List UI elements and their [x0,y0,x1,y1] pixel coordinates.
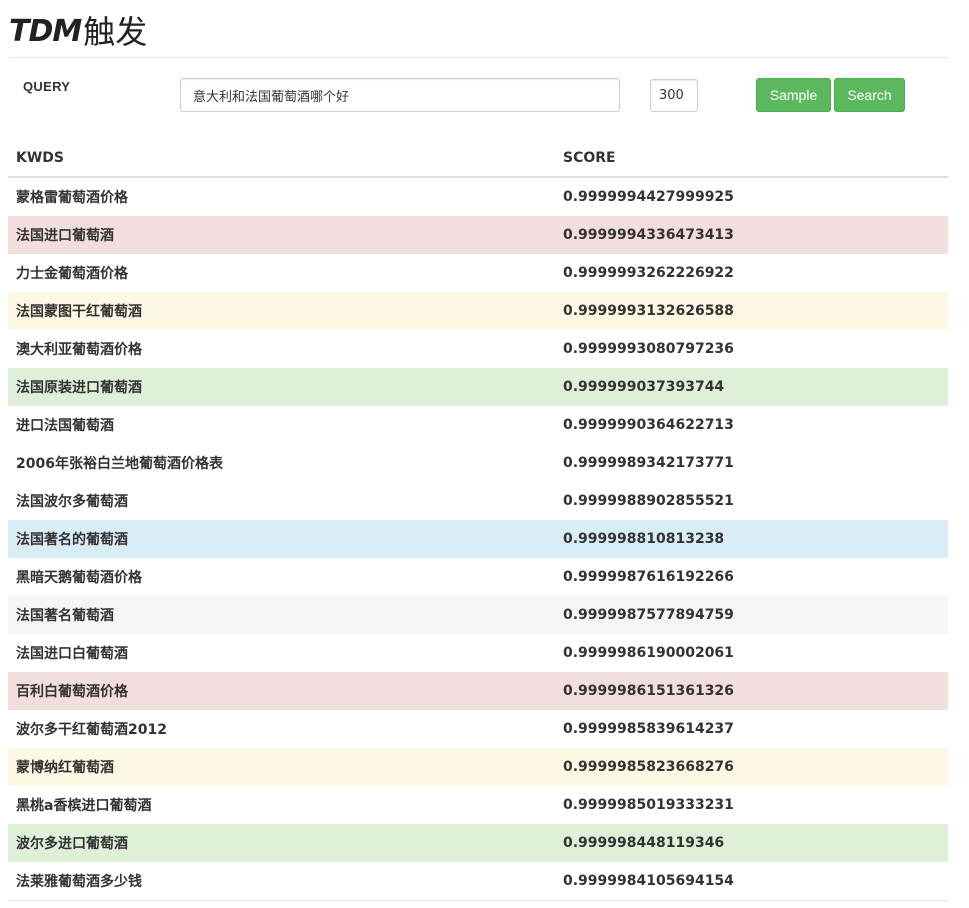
cell-keyword: 进口法国葡萄酒 [16,418,114,434]
header-divider [9,57,948,58]
table-row: 法国著名葡萄酒 0.9999987577894759 [8,596,948,634]
cell-score: 0.9999986151361326 [555,672,948,710]
cell-score: 0.999999037393744 [555,368,948,406]
cell-keyword: 法国波尔多葡萄酒 [16,494,128,510]
app-logo: TDM 触发 [9,8,147,50]
table-row: 2006年张裕白兰地葡萄酒价格表 0.9999989342173771 [8,444,948,482]
cell-score: 0.999998810813238 [555,520,948,558]
cell-score: 0.9999994427999925 [563,189,734,205]
table-row: 蒙博纳红葡萄酒 0.9999985823668276 [8,748,948,786]
cell-score: 0.999998448119346 [555,824,948,862]
cell-keyword: 法国原装进口葡萄酒 [8,368,555,406]
table-row: 法国原装进口葡萄酒 0.999999037393744 [8,368,948,406]
cell-keyword: 波尔多干红葡萄酒2012 [16,722,167,738]
cell-score: 0.9999985019333231 [563,797,734,813]
cell-keyword: 澳大利亚葡萄酒价格 [16,342,142,358]
column-header-kwds: KWDS [8,140,555,178]
query-label: QUERY [23,79,71,94]
table-row: 黑桃a香槟进口葡萄酒 0.9999985019333231 [8,786,948,824]
cell-keyword: 蒙博纳红葡萄酒 [8,748,555,786]
table-header-row: KWDS SCORE [8,140,948,178]
cell-score: 0.9999993262226922 [563,265,734,281]
cell-keyword: 法国著名的葡萄酒 [8,520,555,558]
cell-keyword: 百利白葡萄酒价格 [8,672,555,710]
sample-button[interactable]: Sample [756,78,831,112]
cell-keyword: 2006年张裕白兰地葡萄酒价格表 [16,456,223,472]
cell-keyword: 波尔多进口葡萄酒 [8,824,555,862]
column-header-score: SCORE [555,140,948,178]
cell-score: 0.9999993132626588 [555,292,948,330]
table-row: 力士金葡萄酒价格 0.9999993262226922 [8,254,948,292]
cell-score: 0.9999985823668276 [555,748,948,786]
cell-score: 0.9999987577894759 [555,596,948,634]
cell-score: 0.9999986190002061 [563,645,734,661]
cell-keyword: 法国进口葡萄酒 [8,216,555,254]
cell-keyword: 法国著名葡萄酒 [8,596,555,634]
brand-latin-text: TDM [9,14,82,49]
table-row: 法国著名的葡萄酒 0.999998810813238 [8,520,948,558]
cell-keyword: 黑桃a香槟进口葡萄酒 [16,798,152,814]
cell-score: 0.9999985839614237 [563,721,734,737]
cell-keyword: 法莱雅葡萄酒多少钱 [16,874,142,890]
query-input[interactable] [180,78,620,112]
cell-score: 0.9999988902855521 [563,493,734,509]
table-row: 黑暗天鹅葡萄酒价格 0.9999987616192266 [8,558,948,596]
cell-score: 0.9999989342173771 [563,455,734,471]
table-row: 蒙格雷葡萄酒价格 0.9999994427999925 [8,177,948,216]
table-row: 波尔多进口葡萄酒 0.999998448119346 [8,824,948,862]
table-row: 法国进口葡萄酒 0.9999994336473413 [8,216,948,254]
cell-keyword: 蒙格雷葡萄酒价格 [16,190,128,206]
cell-score: 0.9999994336473413 [555,216,948,254]
brand-cjk-text: 触发 [83,13,148,51]
table-row: 波尔多干红葡萄酒2012 0.9999985839614237 [8,710,948,748]
cell-keyword: 法国蒙图干红葡萄酒 [8,292,555,330]
cell-score: 0.9999984105694154 [563,873,734,889]
cell-keyword: 法国进口白葡萄酒 [16,646,128,662]
result-count-input[interactable] [650,79,698,112]
cell-score: 0.9999987616192266 [563,569,734,585]
cell-score: 0.9999990364622713 [563,417,734,433]
table-row: 法国蒙图干红葡萄酒 0.9999993132626588 [8,292,948,330]
table-row: 法国波尔多葡萄酒 0.9999988902855521 [8,482,948,520]
table-row: 法国进口白葡萄酒 0.9999986190002061 [8,634,948,672]
results-body: 蒙格雷葡萄酒价格 0.9999994427999925 法国进口葡萄酒 0.99999… [8,177,948,900]
cell-score: 0.9999993080797236 [563,341,734,357]
table-row: 法莱雅葡萄酒多少钱 0.9999984105694154 [8,862,948,900]
search-button[interactable]: Search [834,78,905,112]
cell-keyword: 力士金葡萄酒价格 [16,266,128,282]
table-row: 进口法国葡萄酒 0.9999990364622713 [8,406,948,444]
footer-divider [9,900,948,901]
table-row: 澳大利亚葡萄酒价格 0.9999993080797236 [8,330,948,368]
results-table: KWDS SCORE 蒙格雷葡萄酒价格 0.9999994427999925 法国进… [8,140,948,900]
table-row: 百利白葡萄酒价格 0.9999986151361326 [8,672,948,710]
cell-keyword: 黑暗天鹅葡萄酒价格 [16,570,142,586]
